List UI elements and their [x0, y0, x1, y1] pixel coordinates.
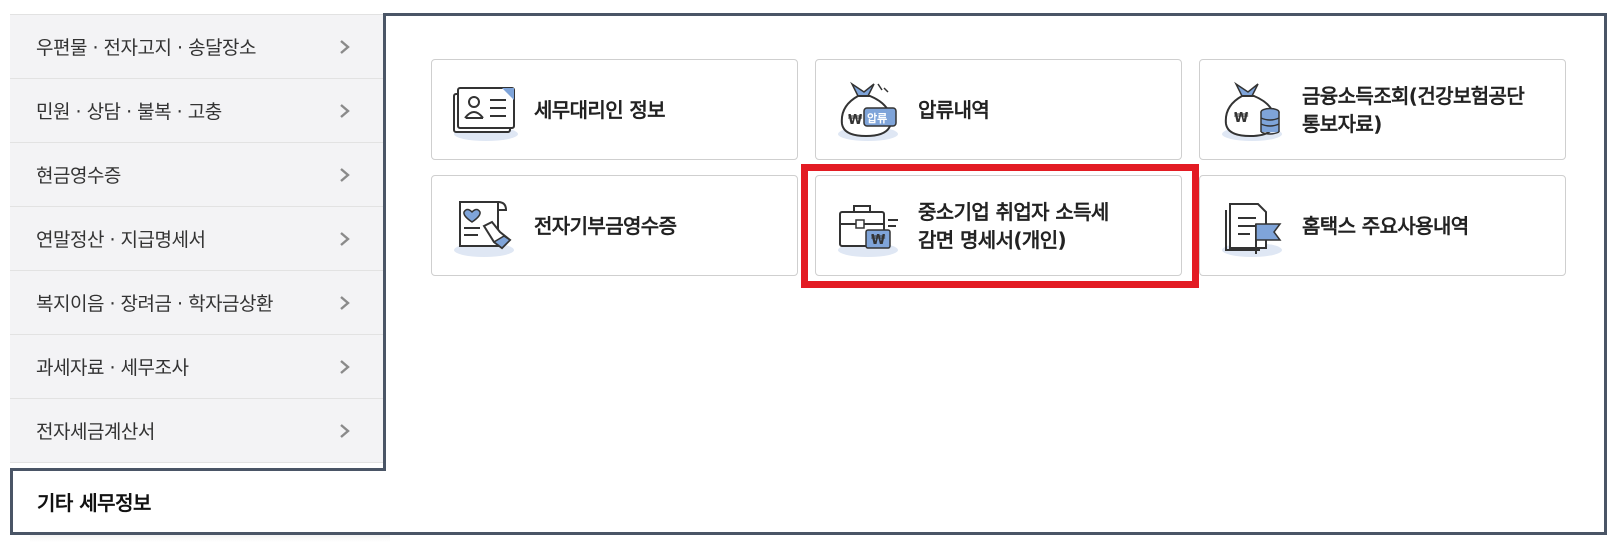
- sidebar-item-label: 민원 · 상담 · 불복 · 고충: [36, 101, 222, 123]
- id-card-icon: [453, 87, 518, 141]
- donation-receipt-icon: [454, 201, 514, 257]
- sidebar-item-label: 전자세금계산서: [36, 421, 155, 443]
- chevron-right-icon: [340, 296, 350, 310]
- sidebar-item-label: 우편물 · 전자고지 · 송달장소: [36, 37, 257, 59]
- card-seizure-history[interactable]: ₩ 압류 압류내역: [815, 59, 1182, 160]
- chevron-right-icon: [340, 40, 350, 54]
- card-tax-agent-info[interactable]: 세무대리인 정보: [431, 59, 798, 160]
- sidebar-item-tax-audit[interactable]: 과세자료 · 세무조사: [10, 335, 384, 399]
- card-hometax-usage-history[interactable]: 홈택스 주요사용내역: [1199, 175, 1566, 276]
- sidebar-item-label: 연말정산 · 지급명세서: [36, 229, 206, 251]
- card-label: 세무대리인 정보: [534, 97, 666, 122]
- money-bag-seizure-icon: ₩ 압류: [838, 81, 898, 141]
- sidebar-item-label: 현금영수증: [36, 165, 121, 187]
- sidebar-item-label: 복지이음 · 장려금 · 학자금상환: [36, 293, 274, 315]
- tab-connector: [383, 471, 389, 532]
- sidebar-menu: 우편물 · 전자고지 · 송달장소 민원 · 상담 · 불복 · 고충 현금영수…: [10, 14, 384, 463]
- card-sme-income-tax-reduction[interactable]: ₩ 중소기업 취업자 소득세 감면 명세서(개인): [815, 175, 1182, 276]
- sidebar-item-mail-notice[interactable]: 우편물 · 전자고지 · 송달장소: [10, 15, 384, 79]
- active-menu-label: 기타 세무정보: [37, 491, 151, 515]
- stage: 우편물 · 전자고지 · 송달장소 민원 · 상담 · 불복 · 고충 현금영수…: [0, 0, 1612, 547]
- card-label: 홈택스 주요사용내역: [1302, 213, 1469, 238]
- currency-symbol: ₩: [871, 233, 886, 248]
- card-label: 압류내역: [918, 97, 990, 122]
- sidebar-item-label: 과세자료 · 세무조사: [36, 357, 189, 379]
- card-label: 중소기업 취업자 소득세 감면 명세서(개인): [918, 199, 1109, 252]
- chevron-right-icon: [340, 104, 350, 118]
- card-label: 금융소득조회(건강보험공단 통보자료): [1302, 83, 1525, 136]
- sidebar-item-cash-receipt[interactable]: 현금영수증: [10, 143, 384, 207]
- seizure-badge-text: 압류: [867, 112, 887, 125]
- currency-symbol: ₩: [1234, 111, 1249, 126]
- card-label: 전자기부금영수증: [534, 213, 677, 238]
- chevron-right-icon: [340, 360, 350, 374]
- chevron-right-icon: [340, 232, 350, 246]
- currency-symbol: ₩: [848, 113, 863, 128]
- document-flag-icon: [1222, 203, 1282, 257]
- chevron-right-icon: [340, 424, 350, 438]
- sidebar-item-year-end-settlement[interactable]: 연말정산 · 지급명세서: [10, 207, 384, 271]
- briefcase-won-icon: ₩: [838, 205, 898, 257]
- money-bag-coins-icon: ₩: [1222, 81, 1282, 141]
- sidebar-item-civil-petition[interactable]: 민원 · 상담 · 불복 · 고충: [10, 79, 384, 143]
- sidebar-item-e-tax-invoice[interactable]: 전자세금계산서: [10, 399, 384, 463]
- card-financial-income-inquiry[interactable]: ₩ 금융소득조회(건강보험공단 통보자료): [1199, 59, 1566, 160]
- card-e-donation-receipt[interactable]: 전자기부금영수증: [431, 175, 798, 276]
- sidebar-item-welfare-scholarship[interactable]: 복지이음 · 장려금 · 학자금상환: [10, 271, 384, 335]
- chevron-right-icon: [340, 168, 350, 182]
- sidebar-item-other-tax-info[interactable]: 기타 세무정보: [10, 468, 386, 535]
